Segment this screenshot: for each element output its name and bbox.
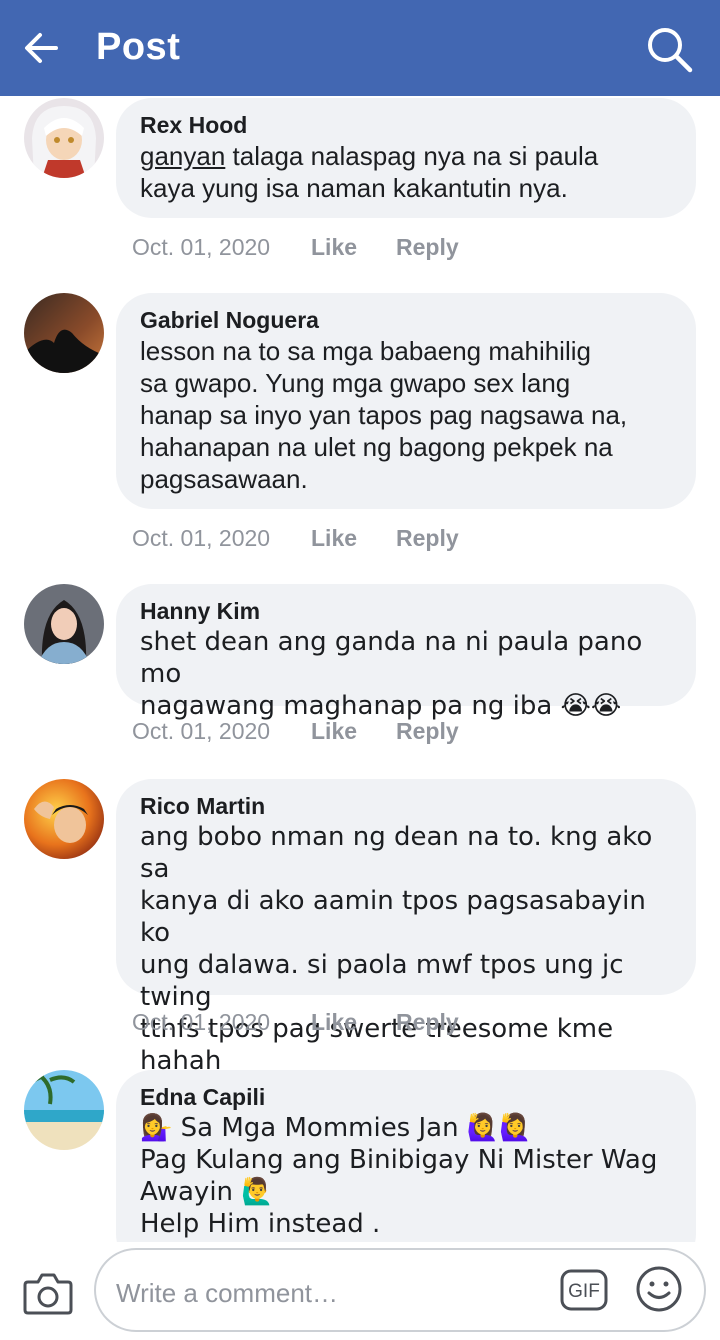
comment-date: Oct. 01, 2020 [132, 525, 271, 551]
page-title: Post [96, 26, 181, 68]
comment-text: ang bobo nman ng dean na to. kng ako sa … [140, 822, 653, 1108]
reply-button[interactable]: Reply [396, 1009, 459, 1036]
camera-icon [23, 1273, 73, 1315]
top-bar: Post [0, 0, 720, 96]
search-button[interactable] [644, 24, 696, 76]
camera-button[interactable] [22, 1270, 74, 1316]
comment-date: Oct. 01, 2020 [132, 1009, 271, 1035]
comment-bubble: Hanny Kim shet dean ang ganda na ni paul… [116, 584, 696, 721]
comments-feed[interactable]: Rex Hood ganyan talaga nalaspag nya na s… [0, 96, 720, 1242]
smiley-icon [636, 1266, 682, 1312]
comment-bubble: Edna Capili 💁‍♀️ Sa Mga Mommies Jan 🙋‍♀️… [116, 1070, 696, 1242]
reply-button[interactable]: Reply [396, 525, 459, 552]
avatar[interactable] [24, 293, 104, 373]
comment-bubble: Rico Martin ang bobo nman ng dean na to.… [116, 779, 696, 1108]
comment-composer: GIF [0, 1242, 720, 1340]
comment-author[interactable]: Hanny Kim [140, 596, 672, 626]
comment-bubble: Gabriel Noguera lesson na to sa mga baba… [116, 293, 696, 509]
comment-text: shet dean ang ganda na ni paula pano mo … [140, 627, 643, 721]
reply-button[interactable]: Reply [396, 234, 459, 261]
comment-date: Oct. 01, 2020 [132, 234, 271, 260]
gif-button[interactable]: GIF [560, 1266, 608, 1314]
avatar[interactable] [24, 779, 104, 859]
comment-author[interactable]: Edna Capili [140, 1082, 672, 1112]
comment-text: 💁‍♀️ Sa Mga Mommies Jan 🙋‍♀️🙋‍♀️ Pag Kul… [140, 1113, 658, 1239]
like-button[interactable]: Like [311, 718, 357, 745]
comment-input-box[interactable]: GIF [94, 1248, 706, 1332]
comment-author[interactable]: Rex Hood [140, 110, 672, 140]
comment-bubble: Rex Hood ganyan talaga nalaspag nya na s… [116, 98, 696, 218]
back-button[interactable] [18, 24, 66, 72]
like-button[interactable]: Like [311, 234, 357, 261]
comment-text: lesson na to sa mga babaeng mahihilig sa… [140, 336, 628, 494]
gif-label: GIF [568, 1281, 600, 1302]
comment-author[interactable]: Rico Martin [140, 791, 672, 821]
comment-date: Oct. 01, 2020 [132, 718, 271, 744]
avatar[interactable] [24, 98, 104, 178]
emoji-button[interactable] [634, 1264, 684, 1314]
comment-input[interactable] [114, 1270, 538, 1316]
search-icon [648, 28, 693, 73]
avatar[interactable] [24, 1070, 104, 1150]
comment-link[interactable]: ganyan [140, 141, 225, 171]
like-button[interactable]: Like [311, 1009, 357, 1036]
like-button[interactable]: Like [311, 525, 357, 552]
arrow-left-icon [25, 33, 58, 63]
avatar[interactable] [24, 584, 104, 664]
comment-author[interactable]: Gabriel Noguera [140, 305, 672, 335]
comment-text: ganyan talaga nalaspag nya na si paula k… [140, 140, 672, 204]
reply-button[interactable]: Reply [396, 718, 459, 745]
